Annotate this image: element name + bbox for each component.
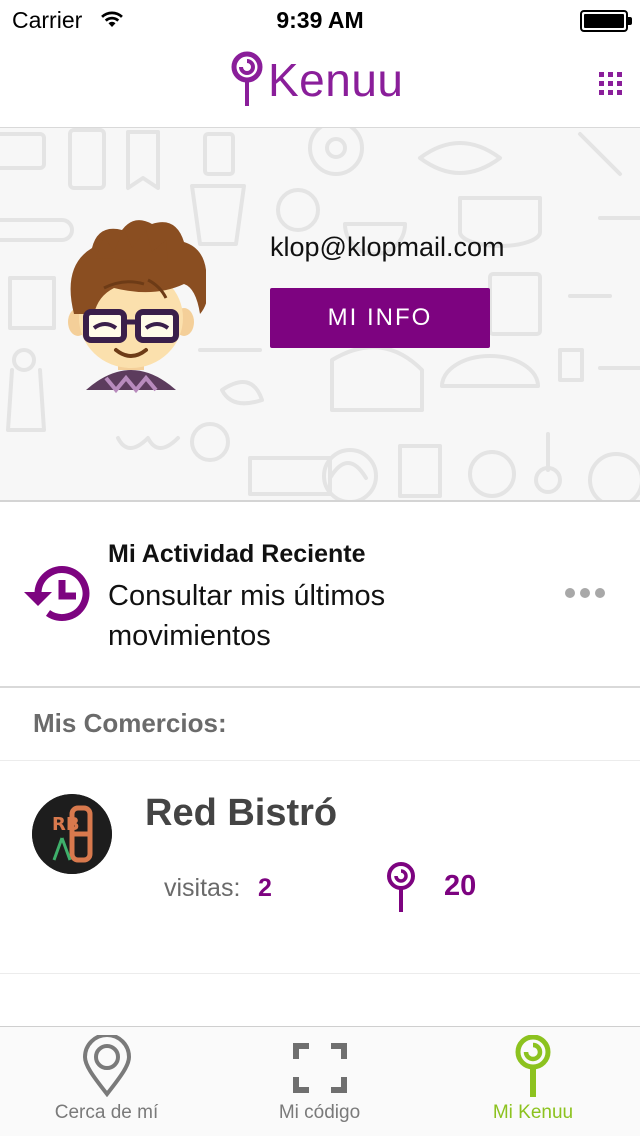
recent-activity-row[interactable]: Mi Actividad Reciente Consultar mis últi… (0, 502, 640, 688)
lollipop-icon (231, 51, 263, 106)
grid-menu-icon[interactable] (599, 72, 623, 96)
visits-count: 2 (258, 874, 272, 902)
logo-text: Kenuu (268, 54, 404, 106)
location-pin-icon (0, 1035, 213, 1097)
status-bar: Carrier 9:39 AM (0, 0, 640, 40)
points-count: 20 (444, 870, 477, 902)
lollipop-icon (387, 862, 415, 912)
tab-my-kenuu[interactable]: Mi Kenuu (426, 1027, 640, 1136)
business-name: Red Bistró (145, 792, 338, 834)
more-dots-icon[interactable] (565, 588, 605, 598)
tab-label: Mi Kenuu (492, 1102, 574, 1123)
business-logo: RB (32, 794, 112, 874)
tab-label: Cerca de mí (54, 1102, 159, 1123)
section-title: Mis Comercios: (33, 708, 227, 738)
battery-icon (580, 10, 632, 32)
tab-nearby[interactable]: Cerca de mí (0, 1027, 213, 1136)
tab-my-code[interactable]: Mi código (213, 1027, 426, 1136)
business-list-item[interactable]: RB Red Bistró visitas: 2 20 (0, 762, 640, 974)
divider (0, 760, 640, 761)
tab-label: Mi código (278, 1102, 361, 1123)
activity-title: Mi Actividad Reciente (108, 540, 366, 568)
visits-label: visitas: (164, 874, 241, 902)
user-email: klop@klopmail.com (270, 232, 505, 262)
activity-description: Consultar mis últimos movimientos (108, 580, 386, 652)
lollipop-icon (426, 1035, 640, 1099)
avatar-icon (68, 220, 206, 394)
profile-header: klop@klopmail.com MI INFO (0, 128, 640, 502)
app-logo: Kenuu (230, 50, 404, 110)
my-info-button[interactable]: MI INFO (270, 288, 490, 348)
clock: 9:39 AM (276, 7, 364, 33)
tab-bar: Cerca de mí Mi código Mi Kenuu (0, 1026, 640, 1136)
scan-frame-icon (213, 1043, 426, 1093)
history-icon (24, 566, 90, 621)
nav-bar: Kenuu (0, 40, 640, 128)
